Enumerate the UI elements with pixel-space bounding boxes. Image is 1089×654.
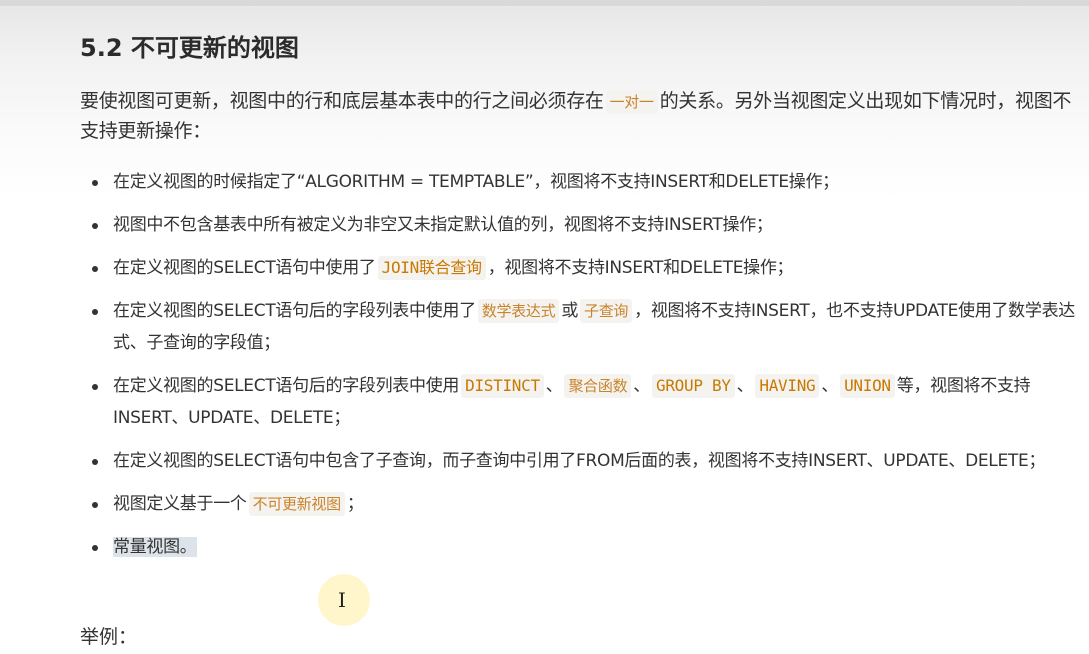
bullet-dot: [92, 545, 98, 551]
list-item-text: 视图定义基于一个: [113, 494, 247, 514]
bullet-dot: [92, 266, 98, 272]
inline-code-non-updatable-view: 不可更新视图: [248, 492, 345, 516]
list-item: 视图中不包含基表中所有被定义为非空又未指定默认值的列，视图将不支持INSERT操…: [80, 209, 1080, 241]
inline-code-aggregate: 聚合函数: [564, 374, 632, 398]
inline-code-group-by: GROUP BY: [652, 374, 735, 398]
list-item-text: ；: [346, 494, 364, 514]
bullet-dot: [92, 459, 98, 465]
inline-code-having: HAVING: [755, 374, 820, 398]
selected-text[interactable]: 常量视图。: [113, 537, 197, 557]
list-item-text: 在定义视图的SELECT语句后的字段列表中使用了: [113, 301, 476, 321]
list-item: 在定义视图的SELECT语句中使用了 JOIN联合查询 ，视图将不支持INSERT和…: [80, 252, 1080, 284]
separator: 、: [821, 376, 839, 396]
list-item-text: 在定义视图的SELECT语句后的字段列表中使用: [113, 376, 460, 396]
bullet-dot: [92, 309, 98, 315]
section-title: 5.2 不可更新的视图: [80, 34, 299, 62]
bullet-dot: [92, 180, 98, 186]
bullet-dot: [92, 384, 98, 390]
list-item: 在定义视图的时候指定了“ALGORITHM = TEMPTABLE”，视图将不支…: [80, 166, 1080, 198]
separator: 、: [736, 376, 754, 396]
bullet-dot: [92, 502, 98, 508]
example-label: 举例：: [80, 626, 138, 648]
list-item: 在定义视图的SELECT语句中包含了子查询，而子查询中引用了FROM后面的表，视…: [80, 445, 1080, 477]
conditions-list: 在定义视图的时候指定了“ALGORITHM = TEMPTABLE”，视图将不支…: [80, 166, 1080, 563]
inline-code-distinct: DISTINCT: [461, 374, 544, 398]
inline-code-subquery: 子查询: [580, 299, 633, 323]
inline-code-one-to-one: 一对一: [605, 90, 658, 114]
separator: 、: [633, 376, 650, 396]
list-item: 在定义视图的SELECT语句后的字段列表中使用了 数学表达式或子查询 ，视图将不支持…: [80, 295, 1080, 359]
list-item-text: 在定义视图的SELECT语句中使用了: [113, 258, 376, 278]
list-item: 视图定义基于一个 不可更新视图；: [80, 488, 1080, 520]
list-item-text: 在定义视图的SELECT语句中包含了子查询，而子查询中引用了FROM后面的表，视…: [113, 451, 1046, 471]
list-item: 在定义视图的SELECT语句后的字段列表中使用 DISTINCT、聚合函数、 GRO…: [80, 370, 1080, 434]
inline-code-union: UNION: [840, 374, 895, 398]
list-item-text: 在定义视图的时候指定了“ALGORITHM = TEMPTABLE”，视图将不支…: [113, 172, 839, 192]
list-item: 常量视图。: [80, 531, 1080, 563]
separator: 、: [545, 376, 563, 396]
list-item-text: 或: [561, 301, 579, 321]
inline-code-math-expression: 数学表达式: [477, 299, 560, 323]
bullet-dot: [92, 223, 98, 229]
intro-paragraph: 要使视图可更新，视图中的行和底层基本表中的行之间必须存在 一对一 的关系。另外当视图…: [80, 86, 1080, 146]
list-item-text: ，视图将不支持INSERT和DELETE操作；: [487, 258, 794, 278]
list-item-text: 视图中不包含基表中所有被定义为非空又未指定默认值的列，视图将不支持INSERT操…: [113, 215, 773, 235]
top-bar: [0, 0, 1089, 6]
text-cursor-icon: I: [338, 588, 346, 612]
inline-code-join: JOIN联合查询: [377, 256, 486, 280]
intro-text-1: 要使视图可更新，视图中的行和底层基本表中的行之间必须存在: [80, 90, 604, 112]
